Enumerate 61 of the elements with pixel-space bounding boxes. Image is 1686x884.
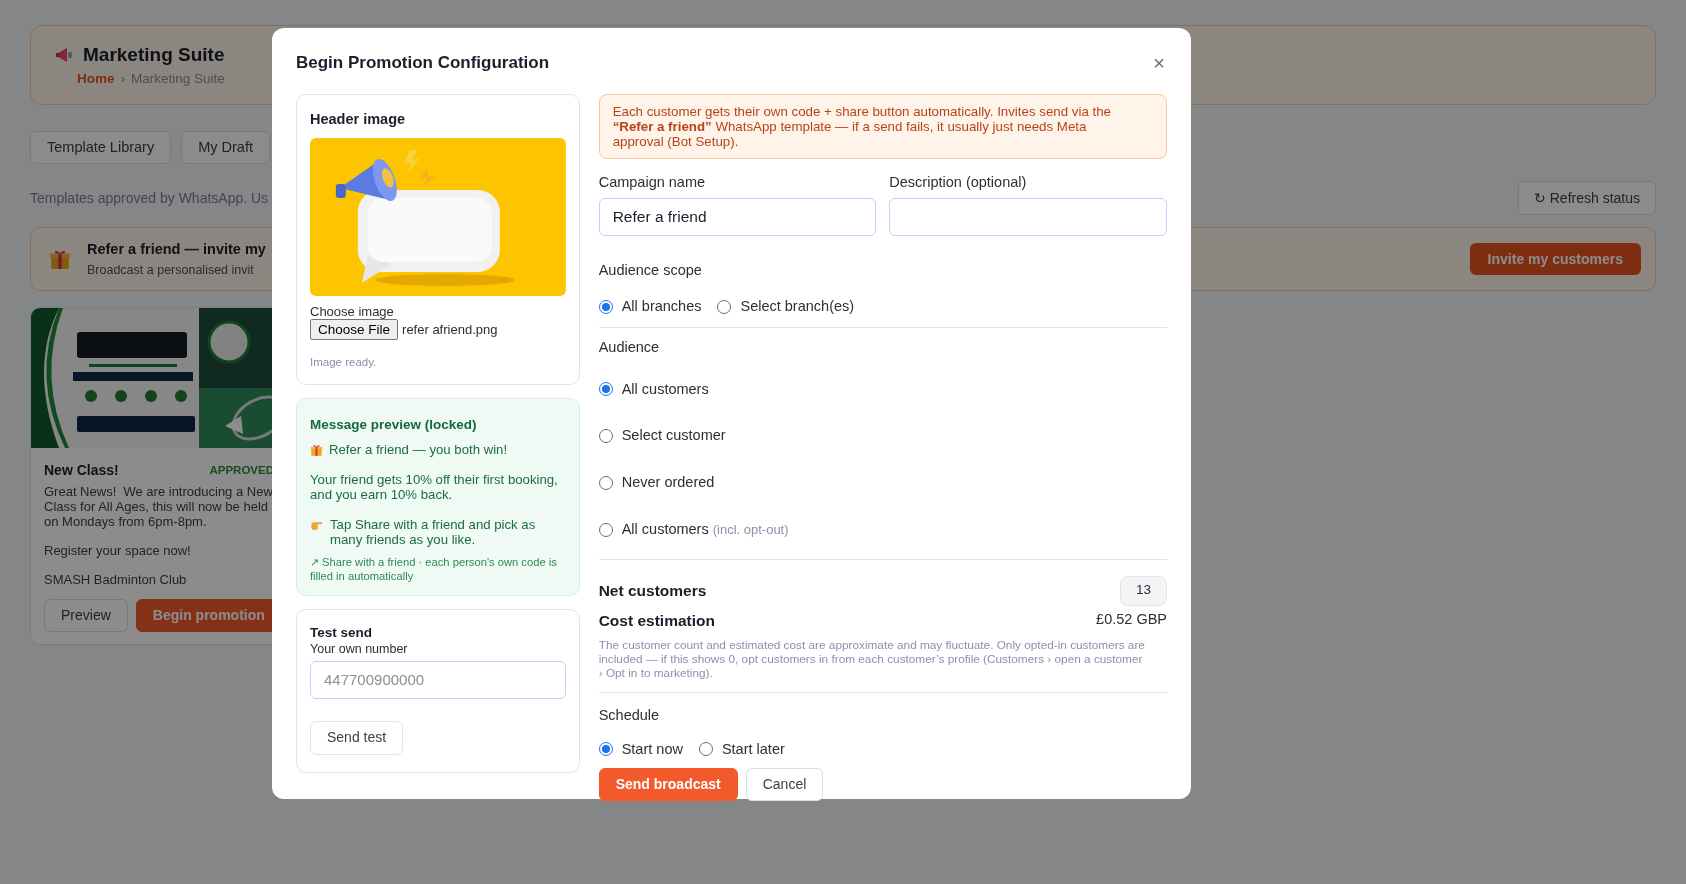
- gift-icon: [310, 442, 323, 457]
- campaign-name-field[interactable]: Refer a friend: [598, 198, 877, 237]
- field-label: Campaign name: [598, 172, 707, 192]
- radio-button[interactable]: [717, 299, 732, 314]
- cost-value: £0.52 GBP: [1096, 610, 1167, 630]
- radio-button[interactable]: [598, 299, 613, 314]
- message-text: Tap Share with a friend and pick as many friends as you like.: [330, 516, 537, 547]
- card-title: New Class!: [44, 461, 119, 480]
- field-label: Choose image: [310, 304, 395, 320]
- section-label: Audience scope: [598, 261, 703, 281]
- section-label: Audience: [598, 337, 661, 357]
- breadcrumb-separator: ›: [120, 70, 125, 89]
- cancel-button[interactable]: Cancel: [745, 768, 824, 802]
- radio-label[interactable]: Never ordered: [621, 472, 715, 494]
- page-title: Marketing Suite: [83, 42, 225, 67]
- radio-label[interactable]: All customers (incl. opt-out): [621, 518, 789, 541]
- preview-button[interactable]: Preview: [44, 599, 128, 632]
- card-text: Register your space now!: [44, 543, 192, 558]
- radio-button[interactable]: [598, 475, 613, 490]
- radio-button[interactable]: [598, 522, 613, 537]
- radio-label[interactable]: Select branch(es): [740, 296, 855, 318]
- send-test-button[interactable]: Send test: [310, 720, 404, 755]
- radio-button[interactable]: [598, 382, 613, 397]
- tab[interactable]: My Draft: [181, 131, 270, 164]
- message-text: Your friend gets 10% off their first booking, and you earn 10% back.: [310, 471, 559, 502]
- footnote-text: ↗ Share with a friend · each person's own code is filled in automatically: [310, 554, 558, 583]
- cost-note: The customer count and estimated cost are approximate and may fluctuate. Only opted-in customers are included — if this shows 0, opt customers in from each customer’s profile (Customers › open a customer › Opt in to marketing).: [598, 637, 1167, 693]
- card-text: Great News! We are introducing a New Class for All Ages, this will now be held on Mondays from 6pm-8pm.: [44, 484, 274, 529]
- section-title: Message preview (locked): [310, 415, 478, 434]
- radio-button[interactable]: [598, 742, 613, 757]
- intro-text: Templates approved by WhatsApp. Us: [30, 188, 269, 208]
- radio-label[interactable]: All customers: [621, 378, 709, 401]
- status-text: Image ready.: [310, 355, 378, 371]
- refresh-button[interactable]: ↻ Refresh status: [1517, 181, 1656, 215]
- radio-label[interactable]: All branches: [621, 296, 702, 318]
- section-label: Schedule: [598, 705, 661, 725]
- net-customers-label: Net customers: [598, 580, 707, 601]
- choose-file-button[interactable]: Choose File: [310, 319, 399, 341]
- radio-label[interactable]: Select customer: [621, 425, 726, 447]
- radio-label[interactable]: Start now: [621, 738, 683, 761]
- modal-title: Begin Promotion Configuration: [296, 52, 550, 74]
- cost-estimation-label: Cost estimation: [598, 610, 715, 631]
- description-field[interactable]: [889, 198, 1167, 237]
- radio-button[interactable]: [598, 429, 613, 444]
- radio-button[interactable]: [698, 742, 713, 757]
- info-alert: Each customer gets their own code + share button automatically. Invites send via the “Refer a friend” WhatsApp template — if a send fails, it usually just needs Meta approval (Bot Setup).: [598, 93, 1167, 159]
- card-text: SMASH Badminton Club: [44, 572, 188, 587]
- phone-number-field[interactable]: 447700900000: [310, 660, 566, 699]
- field-label: Your own number: [310, 640, 409, 657]
- file-name: refer afriend.png: [402, 321, 498, 339]
- field-label: Description (optional): [889, 172, 1028, 192]
- message-text: Refer a friend — you both win!: [329, 441, 508, 457]
- status-label: APPROVED: [209, 462, 274, 478]
- section-title: Header image: [310, 109, 407, 129]
- count-badge: 13: [1119, 575, 1167, 606]
- banner-subtitle: Broadcast a personalised invit: [87, 261, 255, 279]
- radio-label[interactable]: Start later: [721, 738, 785, 761]
- section-title: Test send: [310, 624, 373, 641]
- banner-title: Refer a friend — invite my: [87, 239, 266, 259]
- close-button[interactable]: ×: [1153, 52, 1167, 73]
- tab[interactable]: Template Library: [30, 131, 172, 164]
